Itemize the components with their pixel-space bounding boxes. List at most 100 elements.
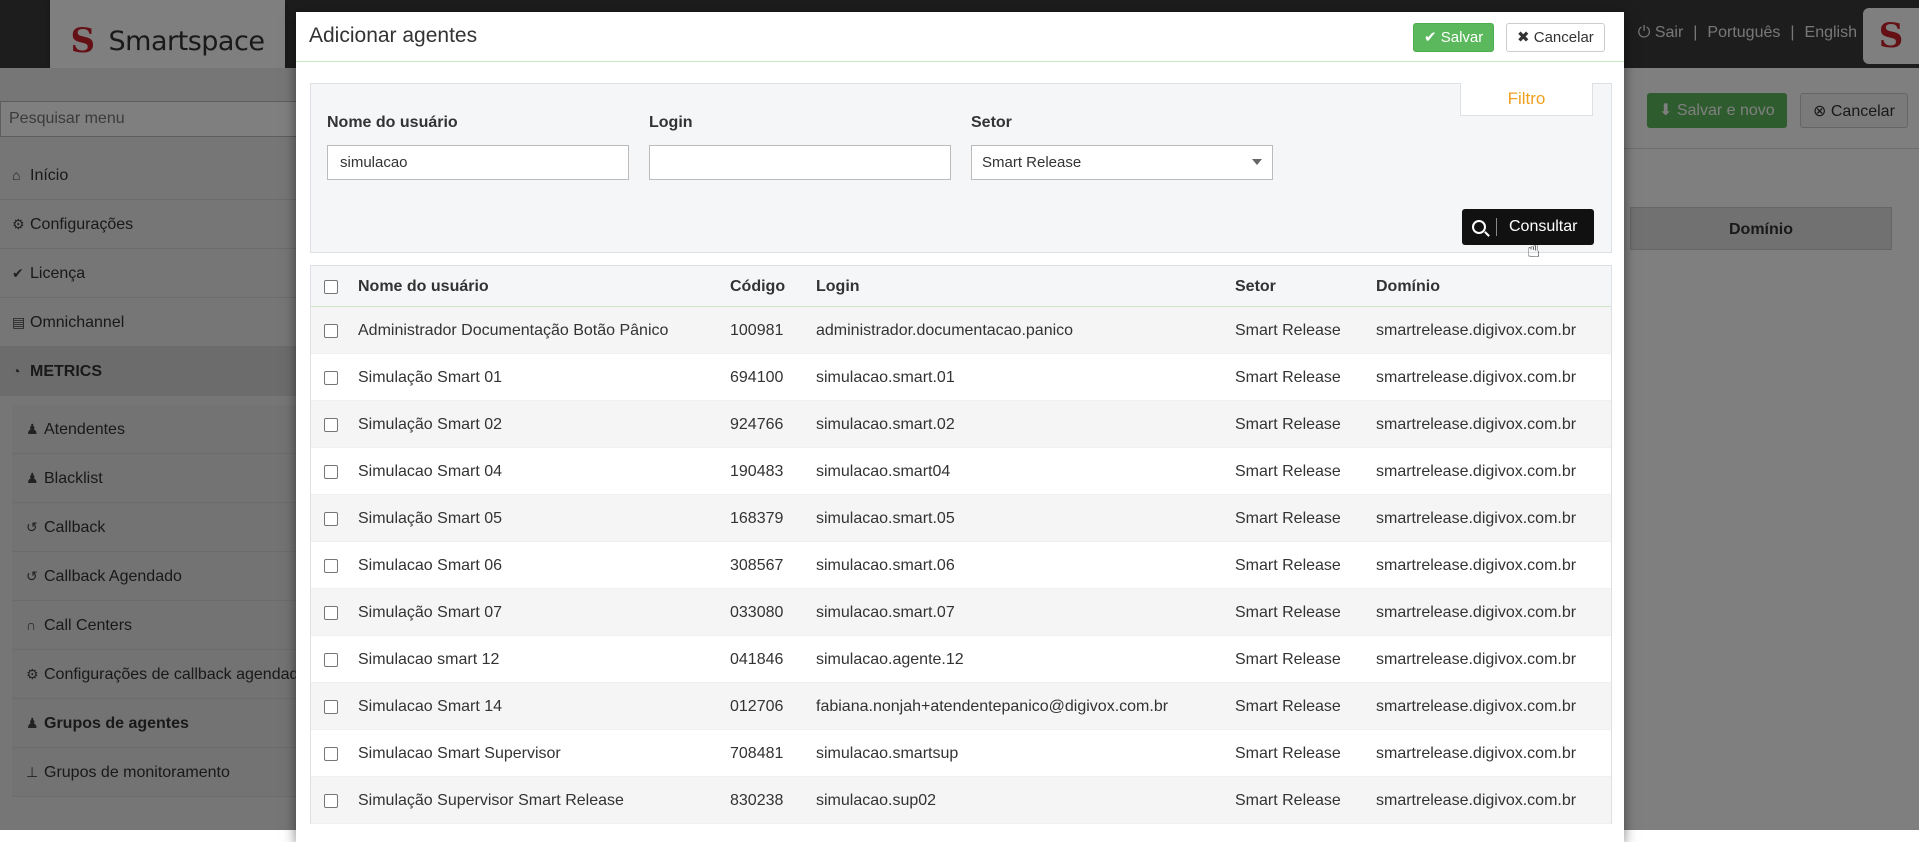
cell-domain: smartrelease.digivox.com.br — [1376, 698, 1577, 715]
cell-domain: smartrelease.digivox.com.br — [1376, 416, 1577, 433]
cell-login: fabiana.nonjah+atendentepanico@digivox.c… — [816, 698, 1169, 715]
header-sector[interactable]: Setor — [1235, 266, 1276, 307]
cell-domain: smartrelease.digivox.com.br — [1376, 651, 1577, 668]
cell-domain: smartrelease.digivox.com.br — [1376, 557, 1577, 574]
table-row[interactable]: Administrador Documentação Botão Pânico 1… — [311, 307, 1611, 354]
header-name[interactable]: Nome do usuário — [358, 266, 489, 307]
cell-code: 830238 — [730, 792, 784, 809]
cell-login: simulacao.smart04 — [816, 463, 951, 480]
add-agents-modal: Adicionar agentes ✔ Salvar ✖ Cancelar Fi… — [296, 12, 1624, 842]
cell-code: 694100 — [730, 369, 784, 386]
sector-select[interactable]: Smart Release — [971, 145, 1273, 180]
cell-domain: smartrelease.digivox.com.br — [1376, 463, 1577, 480]
table-row[interactable]: Simulacao Smart Supervisor 708481 simulaca… — [311, 730, 1611, 777]
cell-login: simulacao.agente.12 — [816, 651, 964, 668]
cell-name: Simulacao Smart 14 — [358, 698, 503, 715]
save-button[interactable]: ✔ Salvar — [1413, 23, 1495, 52]
table-row[interactable]: Simulacao Smart 04 190483 simulacao.smart0… — [311, 448, 1611, 495]
cell-name: Simulação Supervisor Smart Release — [358, 792, 624, 809]
modal-header: Adicionar agentes ✔ Salvar ✖ Cancelar — [296, 12, 1624, 62]
cell-sector: Smart Release — [1235, 557, 1341, 574]
row-checkbox[interactable] — [324, 559, 338, 573]
cell-code: 100981 — [730, 322, 784, 339]
row-checkbox[interactable] — [324, 747, 338, 761]
cell-login: simulacao.smart.06 — [816, 557, 955, 574]
cell-sector: Smart Release — [1235, 698, 1341, 715]
sector-select-value: Smart Release — [982, 154, 1082, 171]
cell-name: Simulação Smart 01 — [358, 369, 503, 386]
login-label: Login — [649, 114, 693, 131]
row-checkbox[interactable] — [324, 465, 338, 479]
header-login[interactable]: Login — [816, 266, 860, 307]
filter-panel: Filtro Nome do usuário simulacao Login S… — [310, 83, 1612, 253]
row-checkbox[interactable] — [324, 418, 338, 432]
search-icon — [1472, 220, 1486, 234]
cell-sector: Smart Release — [1235, 463, 1341, 480]
cell-name: Simulação Smart 07 — [358, 604, 503, 621]
cell-code: 012706 — [730, 698, 784, 715]
cell-name: Simulacao Smart 04 — [358, 463, 503, 480]
cell-domain: smartrelease.digivox.com.br — [1376, 510, 1577, 527]
query-label: Consultar — [1509, 218, 1578, 235]
check-icon: ✔ — [1424, 29, 1437, 46]
table-row[interactable]: Simulação Smart 02 924766 simulacao.smart.… — [311, 401, 1611, 448]
cell-login: administrador.documentacao.panico — [816, 322, 1074, 339]
cell-code: 308567 — [730, 557, 784, 574]
cell-sector: Smart Release — [1235, 510, 1341, 527]
cell-login: simulacao.smart.07 — [816, 604, 955, 621]
cell-login: simulacao.smart.05 — [816, 510, 955, 527]
chevron-down-icon — [1252, 159, 1262, 165]
cell-sector: Smart Release — [1235, 416, 1341, 433]
cell-code: 168379 — [730, 510, 784, 527]
cell-code: 924766 — [730, 416, 784, 433]
row-checkbox[interactable] — [324, 653, 338, 667]
row-checkbox[interactable] — [324, 324, 338, 338]
table-row[interactable]: Simulação Supervisor Smart Release 830238… — [311, 777, 1611, 824]
cell-code: 033080 — [730, 604, 784, 621]
row-checkbox[interactable] — [324, 794, 338, 808]
row-checkbox[interactable] — [324, 606, 338, 620]
filter-tab[interactable]: Filtro — [1460, 83, 1593, 116]
cell-sector: Smart Release — [1235, 604, 1341, 621]
save-label: Salvar — [1440, 29, 1484, 46]
table-row[interactable]: Simulacao smart 12 041846 simulacao.agente… — [311, 636, 1611, 683]
header-domain[interactable]: Domínio — [1376, 266, 1440, 307]
cell-code: 190483 — [730, 463, 784, 480]
cell-name: Administrador Documentação Botão Pânico — [358, 322, 669, 339]
modal-title: Adicionar agentes — [309, 24, 478, 47]
agents-table: Nome do usuário Código Login Setor Domín… — [310, 265, 1612, 824]
table-row[interactable]: Simulacao Smart 06 308567 simulacao.smart.… — [311, 542, 1611, 589]
close-icon: ✖ — [1517, 29, 1530, 46]
cell-sector: Smart Release — [1235, 322, 1341, 339]
cell-name: Simulacao Smart 06 — [358, 557, 503, 574]
cancel-button[interactable]: ✖ Cancelar — [1506, 23, 1605, 52]
cell-login: simulacao.sup02 — [816, 792, 937, 809]
sector-label: Setor — [971, 114, 1012, 131]
login-input[interactable] — [649, 145, 951, 180]
table-row[interactable]: Simulacao Smart 14 012706 fabiana.nonjah+a… — [311, 683, 1611, 730]
cell-domain: smartrelease.digivox.com.br — [1376, 792, 1577, 809]
cell-domain: smartrelease.digivox.com.br — [1376, 369, 1577, 386]
cell-name: Simulacao smart 12 — [358, 651, 500, 668]
table-row[interactable]: Simulação Smart 05 168379 simulacao.smart.… — [311, 495, 1611, 542]
table-row[interactable]: Simulação Smart 01 694100 simulacao.smart.… — [311, 354, 1611, 401]
cell-login: simulacao.smartsup — [816, 745, 959, 762]
cell-sector: Smart Release — [1235, 792, 1341, 809]
cell-sector: Smart Release — [1235, 369, 1341, 386]
header-code[interactable]: Código — [730, 266, 785, 307]
cell-domain: smartrelease.digivox.com.br — [1376, 322, 1577, 339]
row-checkbox[interactable] — [324, 700, 338, 714]
select-all-checkbox[interactable] — [324, 280, 338, 294]
table-row[interactable]: Simulação Smart 07 033080 simulacao.smart.… — [311, 589, 1611, 636]
cancel-label: Cancelar — [1533, 29, 1594, 46]
cell-domain: smartrelease.digivox.com.br — [1376, 604, 1577, 621]
username-input[interactable]: simulacao — [327, 145, 629, 180]
table-header: Nome do usuário Código Login Setor Domín… — [311, 266, 1611, 307]
row-checkbox[interactable] — [324, 371, 338, 385]
cell-code: 041846 — [730, 651, 784, 668]
cell-domain: smartrelease.digivox.com.br — [1376, 745, 1577, 762]
cell-login: simulacao.smart.02 — [816, 416, 955, 433]
cell-code: 708481 — [730, 745, 784, 762]
divider — [1496, 218, 1497, 236]
row-checkbox[interactable] — [324, 512, 338, 526]
